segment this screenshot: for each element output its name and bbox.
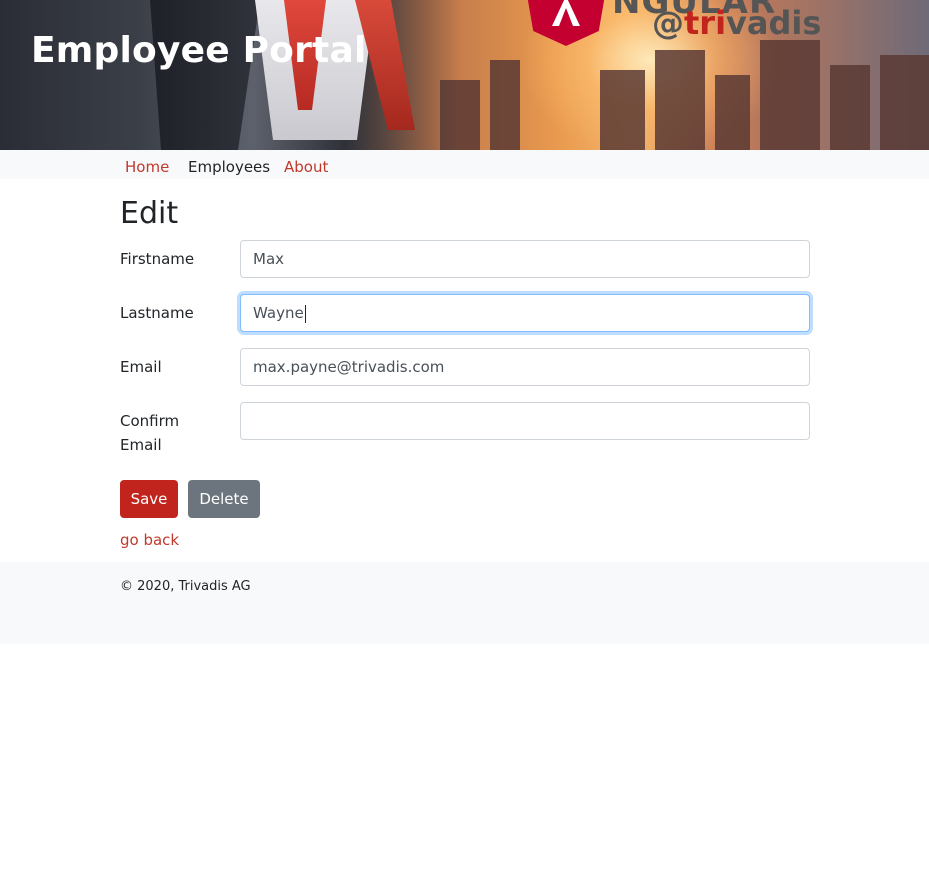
banner-building	[600, 70, 645, 150]
lastname-label: Lastname	[120, 304, 194, 322]
banner-building	[715, 75, 750, 150]
firstname-label: Firstname	[120, 250, 195, 268]
footer-copyright: © 2020, Trivadis AG	[120, 579, 251, 594]
delete-button[interactable]: Delete	[188, 480, 260, 518]
banner-building	[830, 65, 870, 150]
text-caret	[304, 304, 306, 323]
page-title: Employee Portal	[31, 30, 367, 71]
trivadis-logo-accent: tri	[684, 4, 727, 42]
email-label: Email	[120, 358, 162, 376]
form-heading: Edit	[120, 196, 179, 231]
nav-item-employees[interactable]: Employees	[188, 158, 270, 176]
email-input[interactable]: max.payne@trivadis.com	[240, 348, 810, 386]
firstname-input[interactable]: Max	[240, 240, 810, 278]
save-button[interactable]: Save	[120, 480, 178, 518]
navbar: Home Employees About	[0, 150, 929, 179]
banner-building	[655, 50, 705, 150]
confirm-email-input[interactable]	[240, 402, 810, 440]
footer: © 2020, Trivadis AG	[0, 562, 929, 644]
banner-building	[880, 55, 929, 150]
trivadis-logo: @trivadis	[652, 4, 821, 42]
lastname-value: Wayne	[253, 304, 304, 322]
header-banner: NGULAR @trivadis Employee Portal	[0, 0, 929, 150]
trivadis-logo-rest: vadis	[726, 4, 822, 42]
trivadis-logo-at: @	[652, 4, 684, 42]
lastname-input[interactable]: Wayne	[240, 294, 810, 332]
nav-item-about[interactable]: About	[284, 158, 328, 176]
nav-item-home[interactable]: Home	[125, 158, 169, 176]
go-back-link[interactable]: go back	[120, 531, 179, 549]
banner-building	[490, 60, 520, 150]
confirm-email-label: Confirm Email	[120, 412, 180, 454]
banner-building	[760, 40, 820, 150]
